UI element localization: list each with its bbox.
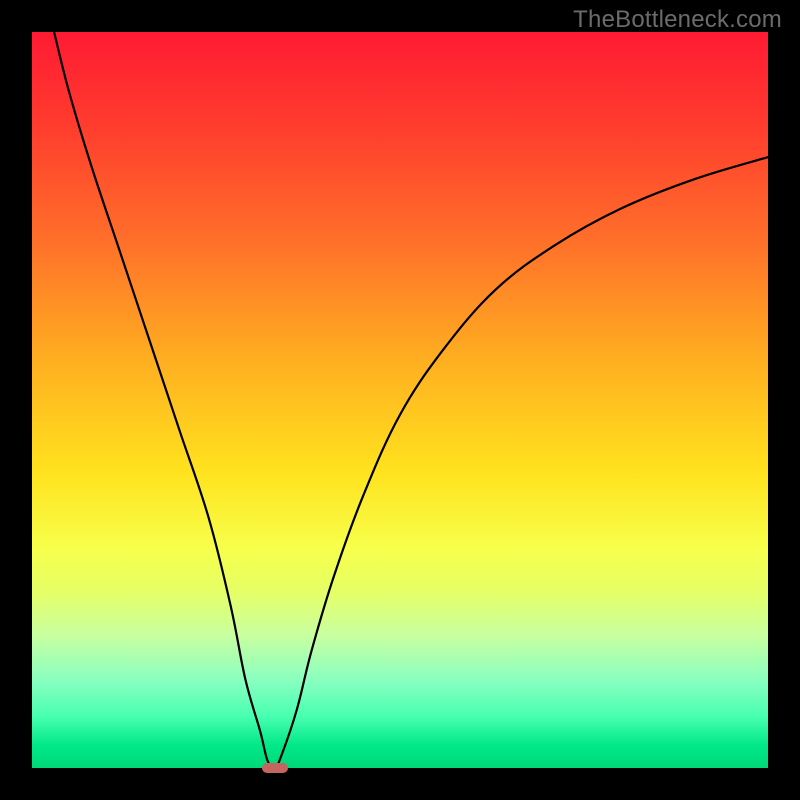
watermark-text: TheBottleneck.com (573, 6, 782, 34)
curve-svg (32, 32, 768, 768)
chart-frame: TheBottleneck.com (0, 0, 800, 800)
optimal-marker (262, 763, 288, 773)
bottleneck-curve-path (54, 32, 768, 768)
plot-area (32, 32, 768, 768)
